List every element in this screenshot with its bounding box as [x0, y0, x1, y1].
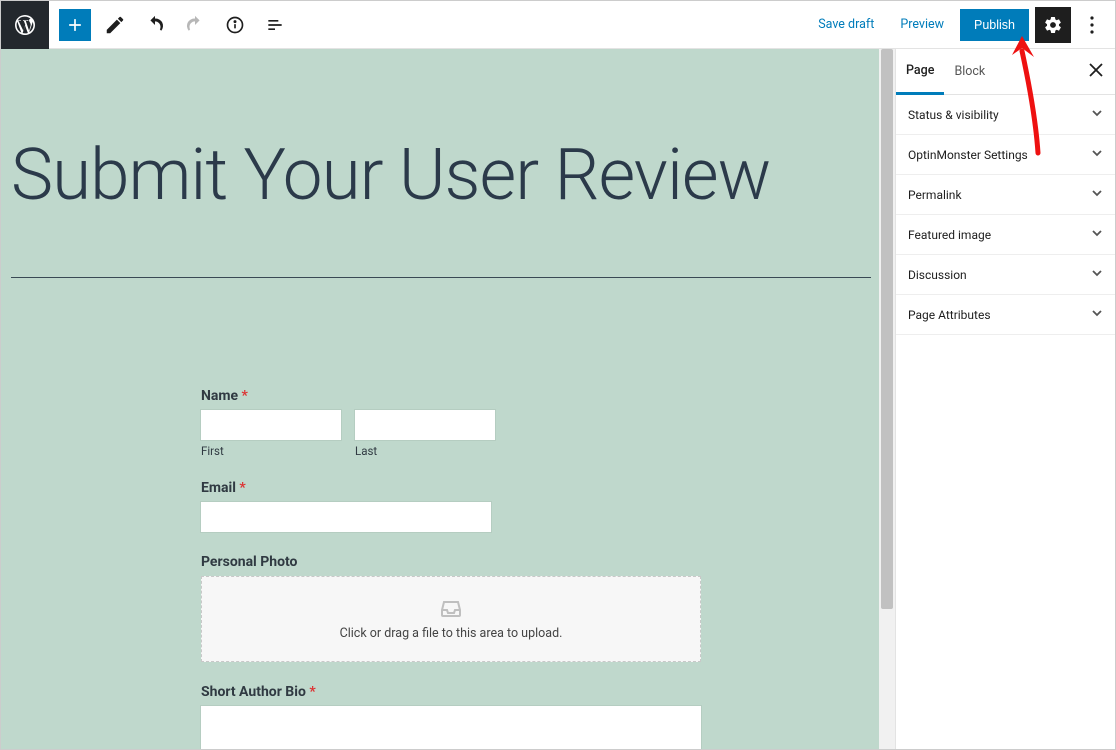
- add-block-button[interactable]: [59, 9, 91, 41]
- bio-label: Short Author Bio *: [201, 684, 701, 700]
- save-draft-button[interactable]: Save draft: [808, 9, 884, 40]
- more-options-button[interactable]: [1077, 7, 1107, 43]
- undo-icon: [144, 14, 166, 36]
- panel-optinmonster[interactable]: OptinMonster Settings: [896, 135, 1115, 175]
- close-icon: [1089, 63, 1103, 77]
- panel-featured-image[interactable]: Featured image: [896, 215, 1115, 255]
- preview-button[interactable]: Preview: [890, 9, 954, 40]
- scrollbar[interactable]: [879, 49, 895, 749]
- panel-permalink[interactable]: Permalink: [896, 175, 1115, 215]
- photo-label: Personal Photo: [201, 554, 701, 570]
- outline-button[interactable]: [259, 9, 291, 41]
- bio-textarea[interactable]: [201, 706, 701, 749]
- kebab-icon: [1090, 16, 1094, 34]
- file-upload-dropzone[interactable]: Click or drag a file to this area to upl…: [201, 576, 701, 662]
- redo-button[interactable]: [179, 9, 211, 41]
- separator: [11, 277, 871, 278]
- tab-page[interactable]: Page: [896, 50, 944, 95]
- page-canvas[interactable]: Submit Your User Review Name * F: [1, 49, 879, 749]
- editor-canvas-wrap: Submit Your User Review Name * F: [1, 49, 895, 749]
- info-button[interactable]: [219, 9, 251, 41]
- settings-sidebar: Page Block Status & visibility OptinMons…: [895, 49, 1115, 749]
- chevron-down-icon: [1091, 307, 1103, 322]
- chevron-down-icon: [1091, 187, 1103, 202]
- chevron-down-icon: [1091, 107, 1103, 122]
- first-name-sublabel: First: [201, 444, 341, 458]
- wordpress-logo[interactable]: [1, 1, 49, 49]
- panel-status-visibility[interactable]: Status & visibility: [896, 95, 1115, 135]
- tab-block[interactable]: Block: [944, 49, 995, 94]
- redo-icon: [184, 14, 206, 36]
- page-title[interactable]: Submit Your User Review: [1, 49, 879, 277]
- required-mark: *: [239, 480, 245, 496]
- email-input[interactable]: [201, 502, 491, 532]
- plus-icon: [65, 15, 85, 35]
- close-sidebar-button[interactable]: [1077, 62, 1115, 81]
- form-block: Name * First Last: [201, 388, 701, 749]
- scrollbar-thumb[interactable]: [881, 49, 893, 609]
- email-label: Email *: [201, 480, 701, 496]
- info-icon: [225, 15, 245, 35]
- publish-button[interactable]: Publish: [960, 9, 1029, 41]
- last-name-sublabel: Last: [355, 444, 495, 458]
- last-name-input[interactable]: [355, 410, 495, 440]
- name-label: Name *: [201, 388, 701, 404]
- required-mark: *: [309, 684, 315, 700]
- required-mark: *: [242, 388, 248, 404]
- pencil-icon: [104, 14, 126, 36]
- wordpress-icon: [13, 13, 37, 37]
- first-name-input[interactable]: [201, 410, 341, 440]
- chevron-down-icon: [1091, 267, 1103, 282]
- editor-toolbar: Save draft Preview Publish: [1, 1, 1115, 49]
- inbox-icon: [439, 598, 463, 618]
- panel-page-attributes[interactable]: Page Attributes: [896, 295, 1115, 335]
- undo-button[interactable]: [139, 9, 171, 41]
- chevron-down-icon: [1091, 147, 1103, 162]
- upload-message: Click or drag a file to this area to upl…: [340, 626, 563, 641]
- settings-button[interactable]: [1035, 7, 1071, 43]
- panel-discussion[interactable]: Discussion: [896, 255, 1115, 295]
- list-icon: [265, 15, 285, 35]
- edit-mode-button[interactable]: [99, 9, 131, 41]
- gear-icon: [1043, 15, 1063, 35]
- chevron-down-icon: [1091, 227, 1103, 242]
